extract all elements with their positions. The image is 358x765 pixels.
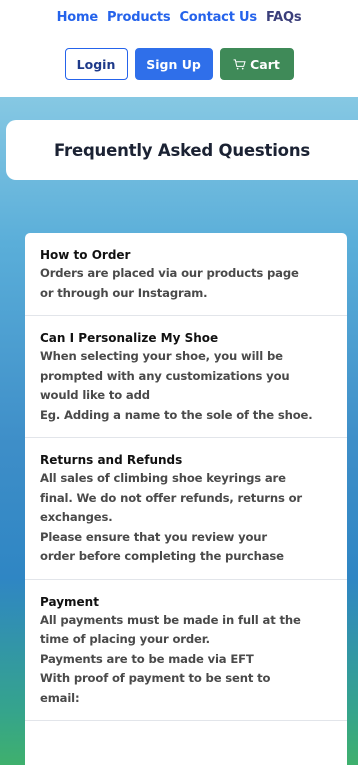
main-nav: Home Products Contact Us FAQs bbox=[0, 10, 358, 25]
nav-home-link[interactable]: Home bbox=[57, 10, 99, 25]
faq-answer-line: All sales of climbing shoe keyrings are bbox=[40, 471, 286, 485]
faq-item: Can I Personalize My Shoe When selecting… bbox=[25, 316, 347, 438]
faq-question: Returns and Refunds bbox=[40, 453, 183, 467]
login-button[interactable]: Login bbox=[64, 48, 128, 80]
signup-button-label: Sign Up bbox=[146, 56, 201, 72]
faq-answer-line: email: bbox=[40, 690, 80, 705]
faq-answer-line: would like to add bbox=[40, 388, 150, 402]
faq-answer-line: Payments are to be made via EFT bbox=[40, 651, 254, 666]
faq-answer-line: prompted with any customizations you bbox=[40, 368, 290, 383]
nav-faqs-link[interactable]: FAQs bbox=[266, 10, 302, 25]
faq-item: Returns and Refunds All sales of climbin… bbox=[25, 438, 347, 580]
signup-button[interactable]: Sign Up bbox=[134, 48, 213, 80]
faq-question: Can I Personalize My Shoe bbox=[40, 331, 219, 345]
nav-products-link[interactable]: Products bbox=[107, 10, 171, 25]
faq-answer-line: final. We do not offer refunds, returns … bbox=[40, 490, 302, 505]
cart-button[interactable]: Cart bbox=[219, 48, 294, 80]
faq-answer-line: All payments must be made in full at the bbox=[40, 612, 301, 627]
faq-answer-line: Eg. Adding a name to the sole of the sho… bbox=[40, 407, 313, 422]
faq-answer-line: With proof of payment to be sent to bbox=[40, 671, 271, 685]
nav-contact-link[interactable]: Contact Us bbox=[179, 10, 257, 25]
faq-item: Payment All payments must be made in ful… bbox=[25, 580, 347, 721]
cart-icon bbox=[233, 58, 246, 69]
faq-answer-line: exchanges. bbox=[40, 510, 113, 524]
login-button-label: Login bbox=[76, 56, 116, 72]
faq-answer-line: or through our Instagram. bbox=[40, 285, 208, 300]
faq-answer-line: When selecting your shoe, you will be bbox=[40, 349, 283, 363]
faq-answer-line: Orders are placed via our products page bbox=[40, 266, 299, 280]
faq-answer-line: order before completing the purchase bbox=[40, 549, 284, 563]
faq-answer-line: Please ensure that you review your bbox=[40, 529, 267, 544]
faq-question: How to Order bbox=[40, 248, 131, 262]
header-buttons: Login Sign Up Cart bbox=[0, 48, 358, 80]
faq-answer-line: time of placing your order. bbox=[40, 632, 210, 646]
top-bar: Home Products Contact Us FAQs Login Sign… bbox=[0, 0, 358, 97]
faq-question: Payment bbox=[40, 594, 99, 609]
faq-list: How to Order Orders are placed via our p… bbox=[25, 233, 347, 765]
cart-button-label: Cart bbox=[250, 56, 280, 72]
page-title: Frequently Asked Questions bbox=[54, 140, 310, 160]
faq-item: How to Order Orders are placed via our p… bbox=[25, 233, 347, 316]
faq-title-banner: Frequently Asked Questions bbox=[6, 120, 358, 180]
